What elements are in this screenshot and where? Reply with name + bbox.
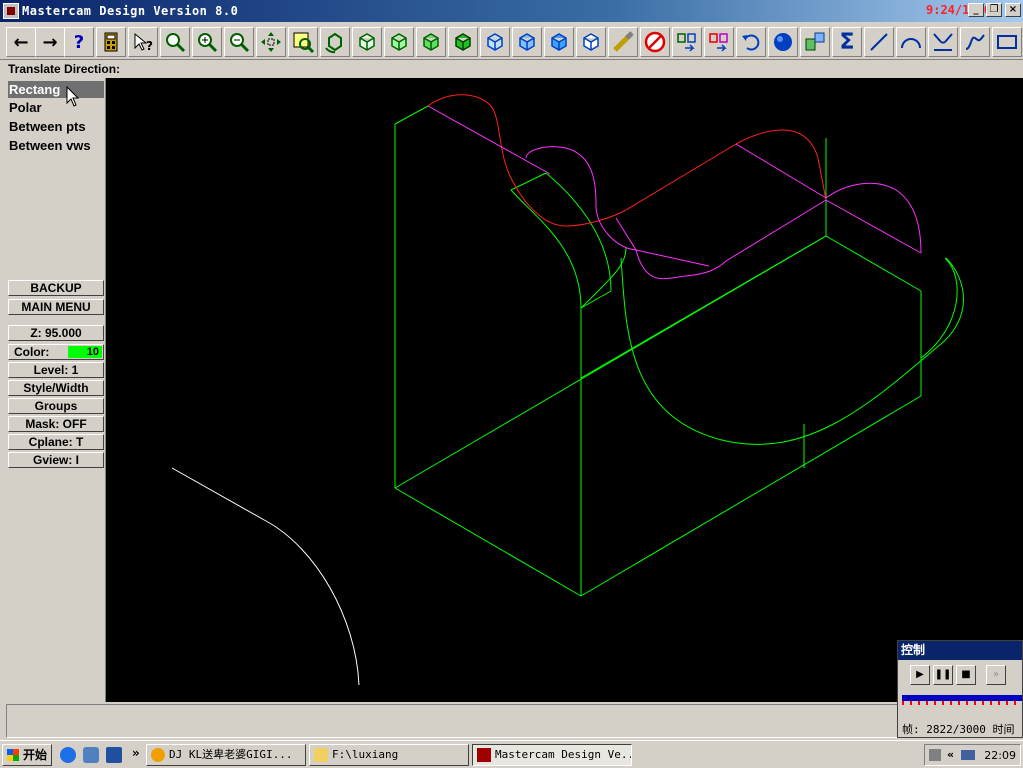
control-title: 控制 (898, 641, 1022, 660)
cplane-side-cube-icon[interactable] (544, 27, 574, 57)
color-swatch: 10 (68, 346, 102, 358)
quicklaunch-app-icon[interactable] (83, 747, 99, 763)
folder-icon (314, 748, 328, 762)
xform-translate-icon[interactable] (704, 27, 734, 57)
level-button[interactable]: Level: 1 (8, 362, 104, 378)
restore-button[interactable]: ❐ (986, 3, 1002, 17)
main-toolbar: ← → ? ? Σ (0, 24, 1023, 60)
fast-forward-icon[interactable]: » (986, 665, 1006, 685)
view-iso-cube-icon[interactable] (448, 27, 478, 57)
taskbar-item-label: F:\luxiang (332, 748, 399, 761)
taskbar-item-label: DJ KL送卑老婆GIGI... (169, 748, 293, 761)
wireframe-drawing (171, 94, 964, 686)
help-icon[interactable]: ? (64, 27, 94, 57)
view-top-cube-icon[interactable] (352, 27, 382, 57)
calculator-icon[interactable] (96, 27, 126, 57)
menu-item-between-pts[interactable]: Between pts (8, 118, 104, 135)
mouse-cursor-icon (66, 86, 80, 107)
zoom-out-icon[interactable] (224, 27, 254, 57)
shade-sphere-icon[interactable] (768, 27, 798, 57)
minimize-button[interactable]: _ (968, 3, 984, 17)
forward-arrow-icon[interactable]: → (35, 27, 65, 57)
status-line (6, 704, 1023, 738)
groups-button[interactable]: Groups (8, 398, 104, 414)
menu-item-polar[interactable]: Polar (8, 99, 104, 116)
menu-item-between-vws[interactable]: Between vws (8, 137, 104, 154)
spline-icon[interactable] (960, 27, 990, 57)
style-width-button[interactable]: Style/Width (8, 380, 104, 396)
keyboard-icon[interactable] (929, 749, 941, 761)
line-icon[interactable] (864, 27, 894, 57)
window-title: Mastercam Design Version 8.0 (22, 4, 239, 18)
fillet-icon[interactable] (928, 27, 958, 57)
menu-panel: Rectang Polar Between pts Between vws BA… (6, 78, 106, 702)
svg-text:?: ? (146, 39, 153, 53)
start-button[interactable]: 开始 (2, 744, 52, 766)
cplane-top-cube-icon[interactable] (480, 27, 510, 57)
color-label: Color: (14, 345, 50, 359)
recorder-control-window: 控制 ▶ ❚❚ ■ » 帧: 2822/3000 时间 (897, 640, 1023, 738)
tray-chevron-icon[interactable]: « (947, 748, 954, 761)
analyze-pointer-icon[interactable]: ? (128, 27, 158, 57)
tray-clock[interactable]: 22:09 (984, 749, 1016, 762)
gview-button[interactable]: Gview: I (8, 452, 104, 468)
green-wireframe (394, 105, 964, 597)
mastercam-app-icon[interactable] (3, 3, 19, 19)
cplane-front-cube-icon[interactable] (512, 27, 542, 57)
zoom-in-icon[interactable] (192, 27, 222, 57)
playback-ticks (902, 701, 1022, 705)
z-depth-button[interactable]: Z: 95.000 (8, 325, 104, 341)
screen-transform-icon[interactable] (672, 27, 702, 57)
magenta-profile (427, 105, 922, 280)
arc-icon[interactable] (896, 27, 926, 57)
close-button[interactable]: × (1005, 3, 1021, 17)
back-arrow-icon[interactable]: ← (6, 27, 36, 57)
taskbar-item-mastercam[interactable]: Mastercam Design Ve... (472, 744, 632, 766)
white-curve (171, 467, 360, 686)
color-button[interactable]: Color: 10 (8, 344, 104, 360)
rectangle-icon[interactable] (992, 27, 1022, 57)
screen: Mastercam Design Version 8.0 9:24/10:03 … (0, 0, 1023, 768)
cplane-3d-cube-icon[interactable] (576, 27, 606, 57)
view-front-cube-icon[interactable] (384, 27, 414, 57)
system-tray: « 22:09 (924, 744, 1021, 766)
delete-icon[interactable] (640, 27, 670, 57)
quicklaunch-chevron-icon[interactable]: » (132, 746, 140, 760)
show-desktop-icon[interactable] (106, 747, 122, 763)
taskbar-item-music[interactable]: DJ KL送卑老婆GIGI... (146, 744, 306, 766)
frame-counter: 帧: 2822/3000 时间 (902, 723, 1015, 736)
rotate-view-icon[interactable] (320, 27, 350, 57)
taskbar: 开始 » DJ KL送卑老婆GIGI... F:\luxiang Masterc… (0, 740, 1023, 768)
prompt-line: Translate Direction: (8, 62, 121, 76)
group-select-icon[interactable] (800, 27, 830, 57)
main-menu-button[interactable]: MAIN MENU (8, 299, 104, 315)
red-profile (427, 94, 827, 227)
fit-screen-icon[interactable] (288, 27, 318, 57)
mask-button[interactable]: Mask: OFF (8, 416, 104, 432)
pause-icon[interactable]: ❚❚ (933, 665, 953, 685)
backup-button[interactable]: BACKUP (8, 280, 104, 296)
cplane-button[interactable]: Cplane: T (8, 434, 104, 450)
mastercam-app-icon (477, 748, 491, 762)
view-side-cube-icon[interactable] (416, 27, 446, 57)
undo-icon[interactable] (736, 27, 766, 57)
music-player-icon (151, 748, 165, 762)
menu-item-rectang[interactable]: Rectang (8, 81, 104, 98)
title-bar: Mastercam Design Version 8.0 9:24/10:03 … (0, 0, 1023, 22)
stop-icon[interactable]: ■ (956, 665, 976, 685)
taskbar-item-folder[interactable]: F:\luxiang (309, 744, 469, 766)
graphics-viewport[interactable] (106, 78, 1023, 702)
clear-colors-brush-icon[interactable] (608, 27, 638, 57)
play-icon[interactable]: ▶ (910, 665, 930, 685)
zoom-window-icon[interactable] (160, 27, 190, 57)
pan-icon[interactable] (256, 27, 286, 57)
network-icon[interactable] (961, 750, 975, 760)
sigma-icon[interactable]: Σ (832, 27, 862, 57)
ie-browser-icon[interactable] (60, 747, 76, 763)
taskbar-item-label: Mastercam Design Ve... (495, 748, 632, 761)
